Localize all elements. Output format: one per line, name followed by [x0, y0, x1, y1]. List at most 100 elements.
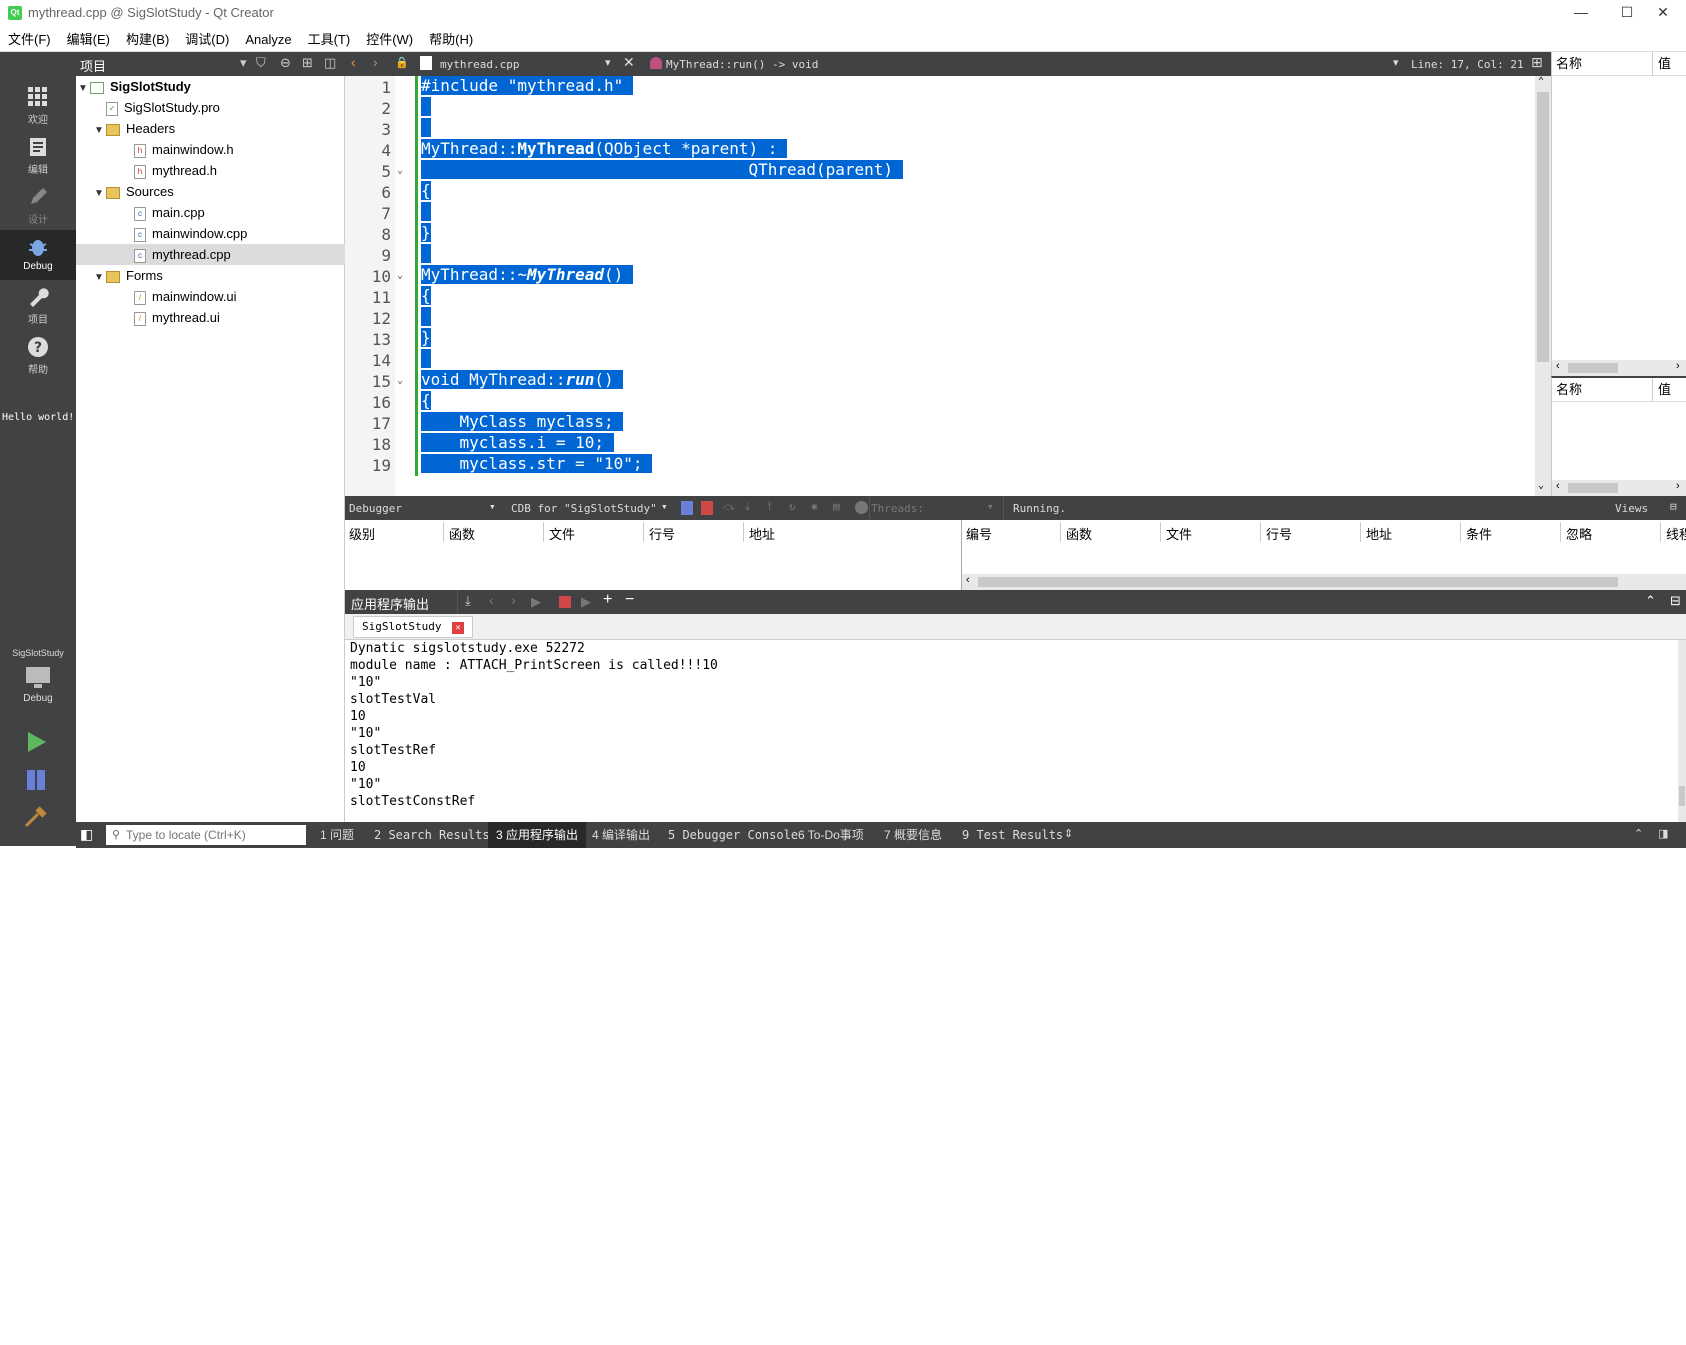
mode-projects[interactable]: 项目: [0, 280, 76, 330]
tree-item-project[interactable]: ▼ SigSlotStudy: [76, 76, 345, 97]
attach-icon[interactable]: ⤓: [465, 593, 471, 609]
output-tab[interactable]: SigSlotStudy ✕: [353, 616, 474, 638]
fold-chevron-icon[interactable]: ⌄: [397, 165, 409, 176]
debug-engine[interactable]: CDB for "SigSlotStudy": [511, 502, 657, 515]
threads-label[interactable]: Threads:: [871, 502, 924, 515]
column-name[interactable]: 名称: [1556, 52, 1582, 76]
continue-icon[interactable]: [681, 501, 693, 515]
fold-chevron-icon[interactable]: ⌄: [397, 375, 409, 386]
chevron-down-icon[interactable]: ▾: [240, 55, 247, 71]
scrollbar-thumb[interactable]: [978, 577, 1618, 587]
tab-compile-output[interactable]: 4 编译输出: [584, 822, 658, 848]
toggle-sidebar-icon[interactable]: ◧: [80, 826, 93, 843]
mode-debug[interactable]: Debug: [0, 230, 76, 280]
chevron-left-icon[interactable]: ‹: [1556, 360, 1560, 372]
tree-item-pro[interactable]: ✓ SigSlotStudy.pro: [76, 97, 345, 118]
bp-col-thread[interactable]: 线程: [1666, 524, 1686, 543]
bp-col-ignore[interactable]: 忽略: [1566, 524, 1592, 543]
chevron-right-icon[interactable]: ›: [1676, 480, 1680, 492]
menu-file[interactable]: 文件(F): [0, 28, 59, 51]
back-icon[interactable]: ‹: [351, 54, 356, 70]
maximize-pane-icon[interactable]: ⊟: [1670, 500, 1677, 513]
chevron-down-icon[interactable]: ⌄: [1538, 480, 1544, 491]
debugger-label[interactable]: Debugger: [349, 502, 402, 515]
menu-build[interactable]: 构建(B): [118, 28, 177, 51]
tab-issues[interactable]: 1 问题: [312, 822, 362, 848]
tree-item-forms[interactable]: ▼ Forms: [76, 265, 345, 286]
step-over-icon[interactable]: ⤼: [723, 500, 735, 514]
tab-app-output[interactable]: 3 应用程序输出: [488, 822, 587, 848]
maximize-pane-icon[interactable]: ⊟: [1670, 593, 1681, 609]
stack-col-level[interactable]: 级别: [349, 524, 375, 543]
chevron-down-icon[interactable]: ▾: [661, 500, 668, 513]
tree-item-file-selected[interactable]: c mythread.cpp: [76, 244, 345, 265]
scrollbar-thumb[interactable]: [1568, 483, 1618, 493]
stop-debug-icon[interactable]: [701, 501, 713, 515]
chevron-down-icon[interactable]: ▼: [92, 267, 106, 288]
application-output[interactable]: Dynatic sigslotstudy.exe 52272 module na…: [345, 640, 1686, 822]
close-icon[interactable]: ✕: [1640, 0, 1686, 27]
chevron-left-icon[interactable]: ‹: [1556, 480, 1560, 492]
locator-input[interactable]: [106, 825, 306, 845]
code-editor[interactable]: 1 2 3 4 5 6 7 8 9 10 11 12 13 14 15 16 1…: [345, 76, 1551, 496]
filter-icon[interactable]: ⛉: [256, 55, 266, 71]
menu-analyze[interactable]: Analyze: [237, 28, 299, 51]
step-into-icon[interactable]: ⤓: [745, 500, 750, 514]
views-button[interactable]: Views: [1615, 502, 1648, 515]
tab-debugger-console[interactable]: 5 Debugger Console: [660, 822, 806, 848]
menu-controls[interactable]: 控件(W): [358, 28, 421, 51]
column-value[interactable]: 值: [1658, 378, 1671, 402]
back-icon[interactable]: ‹: [489, 592, 494, 608]
menu-help[interactable]: 帮助(H): [421, 28, 481, 51]
tab-general-messages[interactable]: 7 概要信息: [876, 822, 950, 848]
chevron-up-icon[interactable]: ⌃: [1634, 827, 1643, 840]
stop-icon[interactable]: [559, 596, 571, 608]
close-document-icon[interactable]: ✕: [623, 54, 635, 71]
tree-item-file[interactable]: c main.cpp: [76, 202, 345, 223]
menu-tools[interactable]: 工具(T): [300, 28, 359, 51]
chevron-down-icon[interactable]: ▾: [987, 500, 994, 513]
chevron-down-icon[interactable]: ▼: [76, 78, 90, 99]
mode-edit[interactable]: 编辑: [0, 130, 76, 180]
menu-edit[interactable]: 编辑(E): [59, 28, 118, 51]
chevron-down-icon[interactable]: ▾: [489, 500, 496, 513]
tree-item-file[interactable]: h mainwindow.h: [76, 139, 345, 160]
stack-col-function[interactable]: 函数: [449, 524, 475, 543]
project-pane-title[interactable]: 项目: [80, 56, 106, 75]
close-tab-icon[interactable]: ✕: [452, 622, 465, 634]
tree-item-file[interactable]: / mythread.ui: [76, 307, 345, 328]
chevron-left-icon[interactable]: ‹: [966, 574, 970, 586]
bp-col-number[interactable]: 编号: [966, 524, 992, 543]
bug-small-icon[interactable]: ✱: [811, 500, 818, 513]
kit-selector[interactable]: Debug: [0, 664, 76, 724]
tab-search-results[interactable]: 2 Search Results: [366, 822, 498, 848]
toggle-output-icon[interactable]: ◨: [1658, 827, 1668, 840]
rerun-icon[interactable]: ▶: [531, 594, 541, 610]
chevron-updown-icon[interactable]: ⇕: [1064, 827, 1073, 840]
split-icon[interactable]: ⊞: [1531, 54, 1543, 71]
close-pane-icon[interactable]: ◫: [324, 55, 336, 71]
chevron-right-icon[interactable]: ›: [1676, 360, 1680, 372]
scrollbar-thumb[interactable]: [1537, 92, 1549, 362]
horizontal-scrollbar[interactable]: ‹ ›: [1552, 360, 1686, 376]
zoom-out-icon[interactable]: −: [625, 591, 634, 609]
restart-icon[interactable]: ↻: [789, 500, 796, 513]
tab-test-results[interactable]: 9 Test Results: [954, 822, 1071, 848]
column-name[interactable]: 名称: [1556, 378, 1582, 402]
run-button[interactable]: [24, 730, 48, 757]
debug-run-button[interactable]: [24, 768, 48, 795]
split-icon[interactable]: ⊞: [302, 55, 313, 71]
bp-col-address[interactable]: 地址: [1366, 524, 1392, 543]
tree-item-file[interactable]: c mainwindow.cpp: [76, 223, 345, 244]
tree-item-headers[interactable]: ▼ Headers: [76, 118, 345, 139]
minimize-icon[interactable]: —: [1558, 0, 1604, 27]
mode-welcome[interactable]: 欢迎: [0, 80, 76, 130]
column-value[interactable]: 值: [1658, 52, 1671, 76]
horizontal-scrollbar[interactable]: ‹: [962, 574, 1686, 590]
tree-item-sources[interactable]: ▼ Sources: [76, 181, 345, 202]
scrollbar-thumb[interactable]: [1568, 363, 1618, 373]
bp-col-line[interactable]: 行号: [1266, 524, 1292, 543]
chevron-up-icon[interactable]: ⌃: [1538, 76, 1544, 87]
mode-design[interactable]: 设计: [0, 180, 76, 230]
bp-col-file[interactable]: 文件: [1166, 524, 1192, 543]
